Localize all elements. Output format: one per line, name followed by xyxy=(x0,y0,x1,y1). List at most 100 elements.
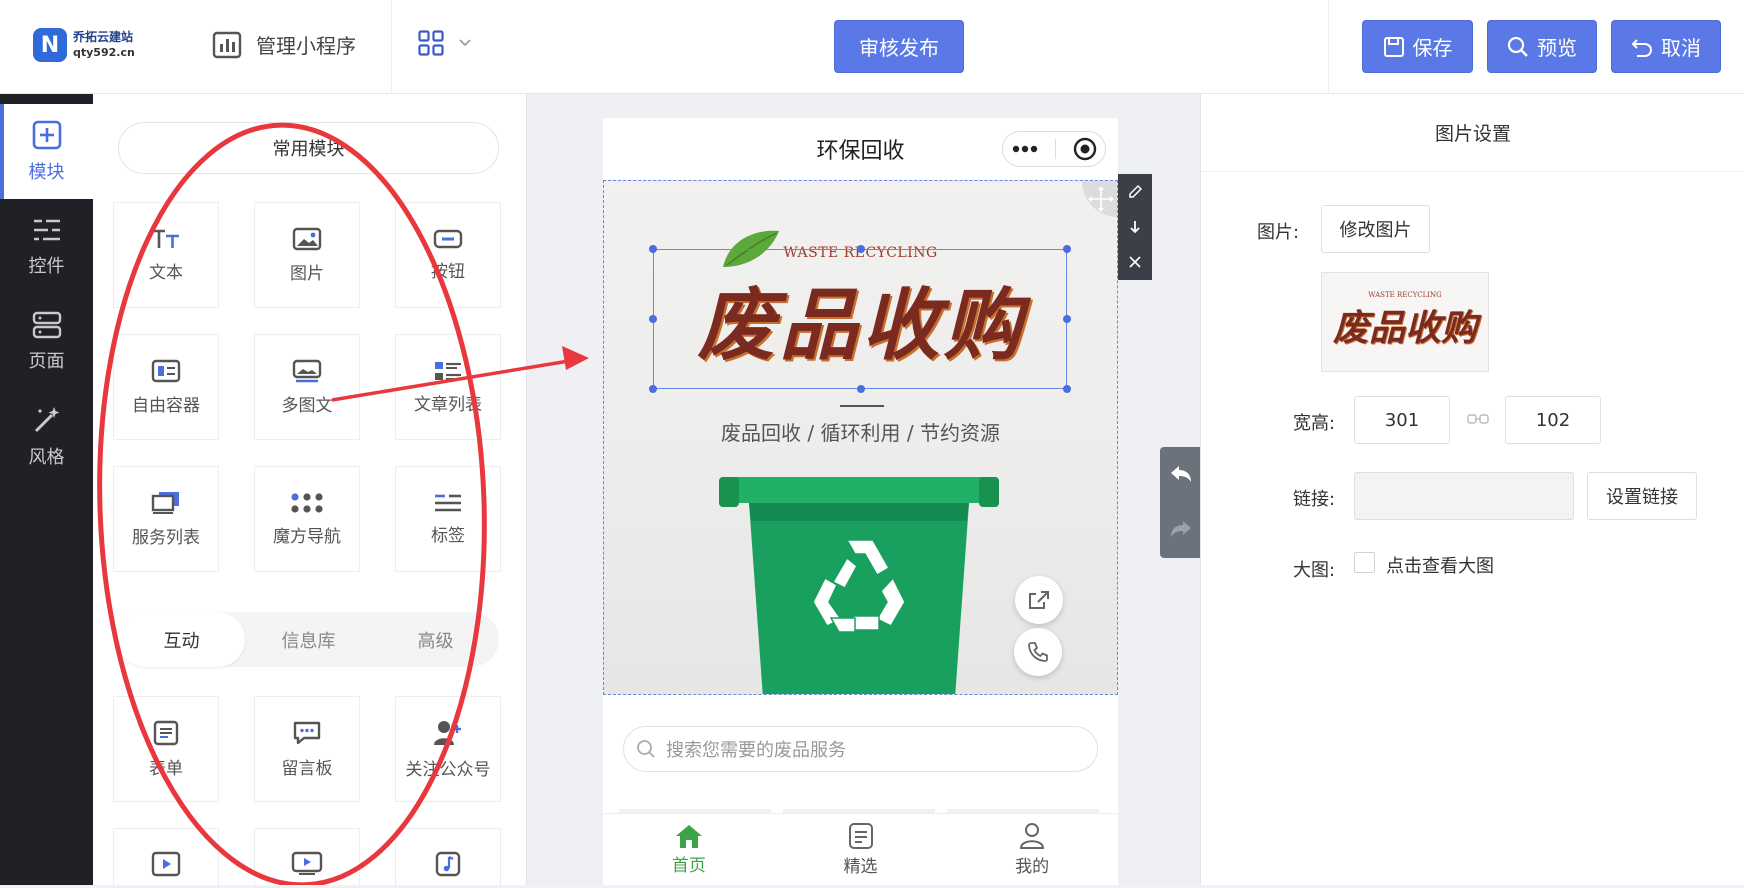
manage-miniprogram-link[interactable]: 管理小程序 xyxy=(212,30,356,59)
module-video[interactable] xyxy=(113,828,219,888)
resize-handle[interactable] xyxy=(649,385,657,393)
module-multi-image[interactable]: 多图文 xyxy=(254,334,360,440)
link-input[interactable] xyxy=(1354,472,1574,520)
nav-item-controls[interactable]: 控件 xyxy=(0,199,93,294)
height-value: 102 xyxy=(1535,409,1571,431)
share-button[interactable] xyxy=(1015,576,1063,624)
header-divider xyxy=(391,0,392,94)
message-board-icon xyxy=(293,721,321,744)
grid-nav-icon xyxy=(291,492,323,513)
cancel-label: 取消 xyxy=(1661,36,1701,60)
module-follow-account[interactable]: 关注公众号 xyxy=(395,696,501,802)
phone-icon xyxy=(1028,642,1048,662)
bigimage-option-label[interactable]: 点击查看大图 xyxy=(1386,552,1494,578)
thumb-subtitle: WASTE RECYCLING xyxy=(1368,291,1442,299)
miniprogram-capsule[interactable] xyxy=(1002,131,1106,167)
brand-logo[interactable]: N 乔拓云建站 qty592.cn xyxy=(33,28,135,62)
banner-image-block[interactable]: WASTE RECYCLING 废品收购 废品回收 / 循环利用 / 节约资源 xyxy=(603,180,1118,695)
resize-handle[interactable] xyxy=(1063,385,1071,393)
move-down-button[interactable] xyxy=(1118,209,1152,244)
common-modules-header[interactable]: 常用模块 xyxy=(118,122,499,174)
size-label: 宽高: xyxy=(1293,413,1336,434)
resize-handle[interactable] xyxy=(649,315,657,323)
tab-info-library[interactable]: 信息库 xyxy=(245,612,372,667)
arrow-down-icon xyxy=(1130,220,1140,233)
set-link-button[interactable]: 设置链接 xyxy=(1587,472,1697,520)
module-image[interactable]: 图片 xyxy=(254,202,360,308)
common-modules-title: 常用模块 xyxy=(272,139,345,160)
redo-button[interactable] xyxy=(1160,502,1201,557)
module-tag[interactable]: 标签 xyxy=(395,466,501,572)
banner-tagline: 废品回收 / 循环利用 / 节约资源 xyxy=(721,421,1000,445)
resize-handle[interactable] xyxy=(1063,245,1071,253)
block-toolbar xyxy=(1118,174,1152,280)
app-switcher-dropdown[interactable] xyxy=(418,30,486,56)
tile-label: 文本 xyxy=(149,262,183,283)
aspect-link-icon[interactable] xyxy=(1467,412,1489,426)
height-input[interactable]: 102 xyxy=(1505,396,1601,444)
tab-advanced[interactable]: 高级 xyxy=(372,612,499,667)
save-label: 保存 xyxy=(1412,36,1453,60)
history-toolbar xyxy=(1160,447,1201,558)
tabbar-mine[interactable]: 我的 xyxy=(946,814,1118,885)
search-bar[interactable]: 搜索您需要的废品服务 xyxy=(623,726,1098,772)
multi-image-icon xyxy=(292,359,322,382)
resize-handle[interactable] xyxy=(1063,315,1071,323)
more-dots-icon xyxy=(1012,145,1037,153)
preview-label: 预览 xyxy=(1537,36,1577,60)
module-category-tabs: 互动 信息库 高级 xyxy=(118,612,499,667)
module-button[interactable]: 按钮 xyxy=(395,202,501,308)
article-list-icon xyxy=(435,361,461,380)
form-icon xyxy=(153,720,179,745)
module-free-container[interactable]: 自由容器 xyxy=(113,334,219,440)
set-link-label: 设置链接 xyxy=(1606,487,1678,508)
header-divider-right xyxy=(1328,0,1329,94)
search-icon xyxy=(637,740,655,758)
tabbar-label: 首页 xyxy=(671,856,706,876)
tabbar-featured[interactable]: 精选 xyxy=(775,814,947,885)
module-message-board[interactable]: 留言板 xyxy=(254,696,360,802)
follow-account-icon xyxy=(434,720,461,745)
publish-button[interactable]: 审核发布 xyxy=(834,20,964,73)
delete-block-button[interactable] xyxy=(1118,244,1152,279)
width-value: 301 xyxy=(1384,409,1420,431)
save-button[interactable]: 保存 xyxy=(1362,20,1473,73)
move-handle[interactable] xyxy=(1082,181,1117,217)
module-service-list[interactable]: 服务列表 xyxy=(113,466,219,572)
tab-interactive[interactable]: 互动 xyxy=(118,612,245,667)
change-image-button[interactable]: 修改图片 xyxy=(1321,205,1430,253)
phone-call-button[interactable] xyxy=(1014,628,1062,676)
module-article-list[interactable]: 文章列表 xyxy=(395,334,501,440)
nav-item-style[interactable]: 风格 xyxy=(0,389,93,484)
tabbar-home[interactable]: 首页 xyxy=(603,814,775,885)
selected-image-frame[interactable] xyxy=(649,245,1071,393)
logo-domain: qty592.cn xyxy=(73,46,135,59)
tabbar-label: 精选 xyxy=(843,857,878,877)
image-icon xyxy=(292,227,322,250)
cancel-button[interactable]: 取消 xyxy=(1611,20,1721,73)
nav-item-label: 模块 xyxy=(28,161,65,183)
edit-button[interactable] xyxy=(1118,174,1152,209)
redo-icon xyxy=(1170,520,1191,537)
module-grid-nav[interactable]: 魔方导航 xyxy=(254,466,360,572)
plus-square-icon xyxy=(32,120,61,149)
bigimage-checkbox[interactable] xyxy=(1354,552,1375,573)
undo-button[interactable] xyxy=(1160,447,1201,502)
tile-label: 多图文 xyxy=(281,395,333,416)
module-music[interactable] xyxy=(395,828,501,888)
module-live[interactable] xyxy=(254,828,360,888)
preview-button[interactable]: 预览 xyxy=(1487,20,1597,73)
magic-wand-icon xyxy=(34,406,59,432)
resize-handle[interactable] xyxy=(649,245,657,253)
width-input[interactable]: 301 xyxy=(1354,396,1450,444)
nav-item-modules[interactable]: 模块 xyxy=(0,104,93,199)
module-form[interactable]: 表单 xyxy=(113,696,219,802)
editor-canvas: 环保回收 WASTE RECYCLING 废品收购 废品回收 / 循环利用 / … xyxy=(526,94,1201,885)
nav-item-label: 页面 xyxy=(28,350,65,372)
change-image-label: 修改图片 xyxy=(1339,220,1412,241)
logo-mark: N xyxy=(33,28,67,62)
nav-item-pages[interactable]: 页面 xyxy=(0,294,93,389)
resize-handle[interactable] xyxy=(857,385,865,393)
module-text[interactable]: 文本 xyxy=(113,202,219,308)
resize-handle[interactable] xyxy=(857,245,865,253)
